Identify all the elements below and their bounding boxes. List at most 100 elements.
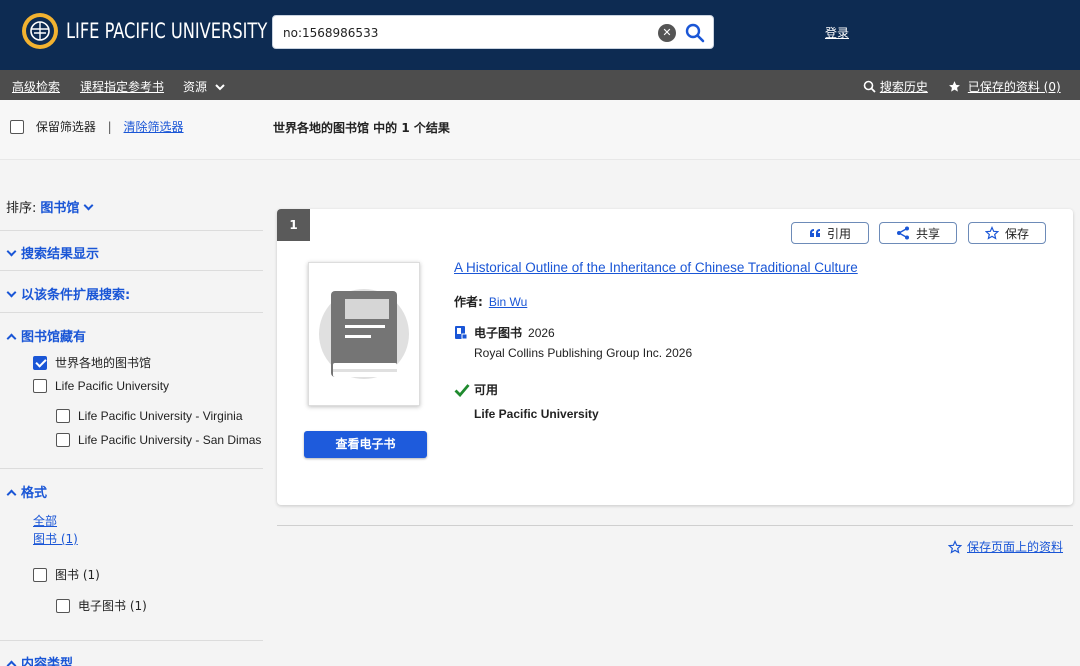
divider <box>0 270 263 271</box>
expand-search-label: 以该条件扩展搜索: <box>21 288 131 303</box>
star-outline-icon <box>948 539 962 554</box>
sort-label: 排序: <box>6 201 37 216</box>
library-label: Life Pacific University <box>55 378 170 393</box>
library-checkbox[interactable] <box>56 408 70 423</box>
library-label: Life Pacific University - Virginia <box>78 408 243 423</box>
publisher: Royal Collins Publishing Group Inc. 2026 <box>474 346 693 360</box>
format-option[interactable]: 电子图书 (1) <box>56 597 147 614</box>
format-line: 电子图书 2026 <box>454 324 555 341</box>
chevron-down-icon <box>83 200 94 211</box>
divider <box>0 312 263 313</box>
results-summary: 世界各地的图书馆 中的 1 个结果 <box>273 121 450 135</box>
chevron-down-icon <box>6 246 17 257</box>
book-icon <box>319 289 409 379</box>
result-index: 1 <box>277 209 310 241</box>
share-icon <box>896 226 909 240</box>
chevron-up-icon <box>6 333 17 344</box>
author-link[interactable]: Bin Wu <box>489 295 527 309</box>
resources-label: 资源 <box>183 80 208 94</box>
divider <box>0 230 263 231</box>
university-emblem-icon <box>22 13 58 49</box>
library-option[interactable]: Life Pacific University - San Dimas <box>56 432 261 447</box>
format-option-label: 图书 (1) <box>55 568 100 582</box>
star-outline-icon <box>984 226 999 240</box>
result-card: 1 引用 共享 保存 查看电子书 A Historical Outline of… <box>277 209 1073 505</box>
expand-search-toggle[interactable]: 以该条件扩展搜索: <box>6 284 131 303</box>
search-input[interactable] <box>283 23 643 43</box>
content-type-toggle[interactable]: 内容类型 <box>6 653 74 666</box>
university-logo[interactable]: LIFE PACIFIC UNIVERSITY <box>22 13 300 49</box>
availability-status: 可用 <box>474 383 499 397</box>
university-name: LIFE PACIFIC UNIVERSITY <box>66 19 268 43</box>
library-option[interactable]: 世界各地的图书馆 <box>33 354 151 371</box>
share-button[interactable]: 共享 <box>879 222 957 244</box>
divider <box>0 640 263 641</box>
cite-label: 引用 <box>826 226 851 241</box>
clear-filters-link[interactable]: 清除筛选器 <box>124 120 184 134</box>
resources-menu[interactable]: 资源 <box>183 78 226 95</box>
format-option[interactable]: 图书 (1) <box>33 566 100 583</box>
availability-line: 可用 <box>454 381 498 398</box>
save-page-items-link[interactable]: 保存页面上的资料 <box>948 538 1063 555</box>
library-checkbox[interactable] <box>33 355 47 370</box>
sort-value: 图书馆 <box>40 201 80 216</box>
save-button[interactable]: 保存 <box>968 222 1046 244</box>
course-reserves-link[interactable]: 课程指定参考书 <box>80 78 164 95</box>
library-option[interactable]: Life Pacific University <box>33 378 169 393</box>
clear-search-icon[interactable]: ✕ <box>658 24 676 42</box>
saved-items-link[interactable]: 已保存的资料 (0) <box>948 78 1061 95</box>
chevron-down-icon <box>6 287 17 298</box>
quote-icon <box>809 229 820 237</box>
advanced-search-link[interactable]: 高级检索 <box>12 78 60 95</box>
book-cover[interactable] <box>308 262 420 406</box>
search-history-label: 搜索历史 <box>879 80 928 94</box>
library-label: 世界各地的图书馆 <box>55 356 152 370</box>
display-options-label: 搜索结果显示 <box>21 247 100 262</box>
keep-filters-checkbox[interactable] <box>10 119 24 134</box>
top-header: LIFE PACIFIC UNIVERSITY ✕ 登录 <box>0 0 1080 70</box>
format-option-label: 电子图书 (1) <box>78 599 147 613</box>
save-page-label: 保存页面上的资料 <box>967 540 1064 554</box>
display-options-toggle[interactable]: 搜索结果显示 <box>6 243 100 262</box>
cite-button[interactable]: 引用 <box>791 222 869 244</box>
format-label: 格式 <box>21 486 48 501</box>
format-toggle[interactable]: 格式 <box>6 482 48 501</box>
login-link[interactable]: 登录 <box>825 24 849 41</box>
library-checkbox[interactable] <box>56 432 70 447</box>
view-ebook-button[interactable]: 查看电子书 <box>304 431 427 458</box>
held-by-label: 图书馆藏有 <box>21 330 87 345</box>
divider <box>277 525 1073 526</box>
held-by-toggle[interactable]: 图书馆藏有 <box>6 326 87 345</box>
save-label: 保存 <box>1004 226 1029 241</box>
filter-sidebar: 排序: 图书馆 搜索结果显示 以该条件扩展搜索: 图书馆藏有 世界各地的图书馆 L… <box>0 161 263 666</box>
format-type: 电子图书 <box>474 326 523 340</box>
ebook-format-icon <box>455 326 468 340</box>
format-checkbox[interactable] <box>56 598 70 613</box>
chevron-down-icon <box>215 83 225 90</box>
result-title-link[interactable]: A Historical Outline of the Inheritance … <box>454 260 858 275</box>
library-option[interactable]: Life Pacific University - Virginia <box>56 408 243 423</box>
library-checkbox[interactable] <box>33 378 47 393</box>
author-label: 作者: <box>454 295 483 309</box>
nav-bar: 高级检索 课程指定参考书 资源 搜索历史 已保存的资料 (0) <box>0 70 1080 100</box>
divider: | <box>107 119 112 134</box>
star-icon <box>949 81 960 92</box>
content-type-label: 内容类型 <box>21 657 74 666</box>
format-book-link[interactable]: 图书 (1) <box>33 530 78 547</box>
chevron-up-icon <box>6 660 17 666</box>
format-all-link[interactable]: 全部 <box>33 512 57 529</box>
filter-header: 保留筛选器 | 清除筛选器 世界各地的图书馆 中的 1 个结果 <box>0 100 1080 160</box>
library-label: Life Pacific University - San Dimas <box>78 432 262 447</box>
keep-filters-control: 保留筛选器 | 清除筛选器 <box>10 118 184 135</box>
divider <box>0 468 263 469</box>
chevron-up-icon <box>6 489 17 500</box>
checkmark-icon <box>454 383 470 397</box>
history-search-icon <box>863 80 876 93</box>
publication-year: 2026 <box>528 325 555 340</box>
keep-filters-label: 保留筛选器 <box>35 120 96 134</box>
holding-library: Life Pacific University <box>474 407 599 421</box>
search-icon[interactable] <box>684 22 706 44</box>
format-checkbox[interactable] <box>33 567 47 582</box>
sort-control[interactable]: 排序: 图书馆 <box>6 197 94 216</box>
search-history-link[interactable]: 搜索历史 <box>863 78 928 95</box>
